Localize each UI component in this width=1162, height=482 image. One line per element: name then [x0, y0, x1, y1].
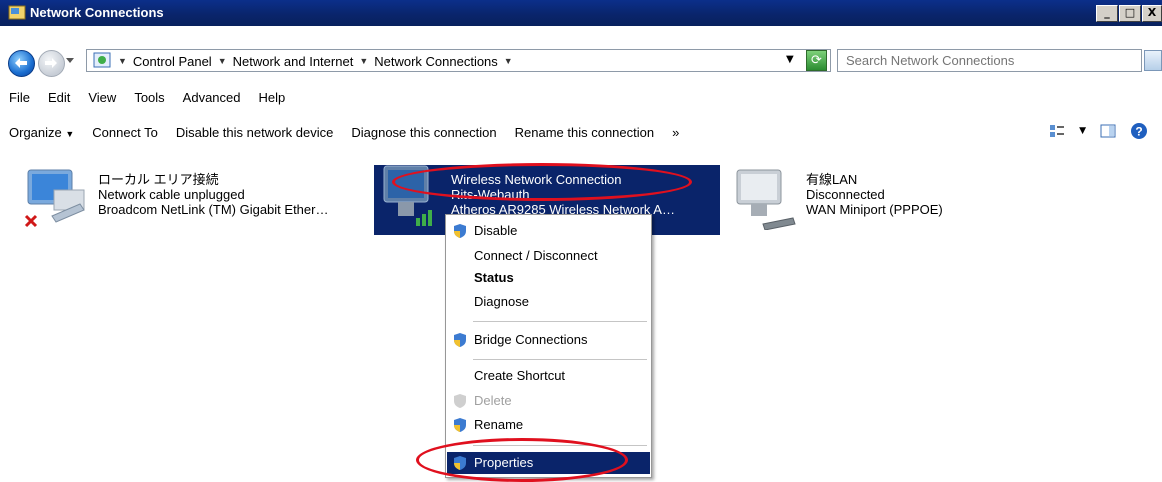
help-icon[interactable]: ?	[1130, 122, 1148, 140]
refresh-button[interactable]: ⟳	[806, 50, 827, 71]
minimize-button[interactable]: _	[1096, 5, 1118, 22]
connection-device: WAN Miniport (PPPOE)	[806, 202, 943, 217]
preview-pane-icon[interactable]	[1100, 123, 1116, 139]
annotation-ellipse-properties	[416, 438, 628, 482]
forward-arrow-icon	[45, 58, 57, 68]
connection-status: Network cable unplugged	[98, 187, 245, 202]
organize-label: Organize	[9, 124, 62, 140]
control-panel-icon	[93, 52, 111, 68]
menu-item-diagnose[interactable]: Diagnose	[447, 291, 650, 313]
title-bar: Network Connections _ □ X	[0, 0, 1162, 26]
menu-item-disable[interactable]: Disable	[447, 220, 650, 242]
change-view-icon[interactable]	[1049, 123, 1065, 139]
menu-separator	[473, 359, 647, 360]
connection-status: Disconnected	[806, 187, 885, 202]
disconnected-x-icon	[24, 214, 38, 228]
connection-device: Broadcom NetLink (TM) Gigabit Ether…	[98, 202, 329, 217]
network-folder-icon	[8, 5, 26, 20]
menu-help[interactable]: Help	[250, 90, 295, 110]
menu-item-label: Disable	[474, 223, 518, 238]
view-controls: ▼ ?	[1049, 122, 1148, 140]
breadcrumb-control-panel[interactable]: Control Panel	[133, 54, 212, 69]
menu-view[interactable]: View	[79, 90, 125, 110]
menu-item-label: Bridge Connections	[474, 332, 588, 347]
uac-shield-icon	[454, 333, 466, 347]
organize-chevron-icon: ▼	[65, 128, 75, 139]
menu-advanced[interactable]: Advanced	[174, 90, 250, 110]
wan-connection-icon	[736, 169, 796, 230]
menu-item-label: Rename	[474, 417, 524, 432]
breadcrumb-root-chevron-icon[interactable]: ▼	[118, 56, 127, 66]
connection-name: ローカル エリア接続	[98, 172, 219, 187]
forward-button[interactable]	[38, 50, 65, 77]
view-chevron-icon[interactable]: ▼	[1079, 126, 1086, 136]
breadcrumb-chevron-icon[interactable]: ▼	[218, 56, 227, 66]
menu-item-delete: Delete	[447, 390, 650, 412]
menu-item-label: Delete	[474, 393, 512, 408]
connect-to-button[interactable]: Connect To	[83, 125, 167, 140]
menu-bar: File Edit View Tools Advanced Help	[0, 90, 294, 110]
search-icon[interactable]	[1144, 50, 1162, 71]
connection-item-wired-lan[interactable]: 有線LAN Disconnected WAN Miniport (PPPOE)	[806, 172, 943, 217]
command-bar: Organize ▼ Connect To Disable this netwo…	[0, 118, 1162, 146]
breadcrumb-chevron-icon[interactable]: ▼	[504, 56, 513, 66]
breadcrumb-network-connections[interactable]: Network Connections	[374, 54, 498, 69]
back-arrow-icon	[15, 58, 27, 68]
menu-item-bridge-connections[interactable]: Bridge Connections	[447, 329, 650, 351]
diagnose-connection-button[interactable]: Diagnose this connection	[342, 125, 505, 140]
uac-shield-icon	[454, 224, 466, 238]
menu-item-connect-disconnect[interactable]: Connect / Disconnect	[447, 245, 650, 267]
breadcrumb-network-internet[interactable]: Network and Internet	[233, 54, 354, 69]
rename-connection-button[interactable]: Rename this connection	[506, 125, 663, 140]
address-history-dropdown-icon[interactable]: ▼	[786, 54, 794, 65]
organize-button[interactable]: Organize ▼	[0, 125, 83, 140]
menu-edit[interactable]: Edit	[39, 90, 79, 110]
menu-item-status[interactable]: Status	[447, 267, 650, 289]
disable-device-button[interactable]: Disable this network device	[167, 125, 343, 140]
uac-shield-disabled-icon	[454, 394, 466, 408]
menu-tools[interactable]: Tools	[125, 90, 173, 110]
close-button[interactable]: X	[1142, 5, 1162, 22]
breadcrumb-chevron-icon[interactable]: ▼	[359, 56, 368, 66]
maximize-button[interactable]: □	[1119, 5, 1141, 22]
menu-file[interactable]: File	[0, 90, 39, 110]
menu-separator	[473, 321, 647, 322]
window-title: Network Connections	[30, 5, 164, 20]
svg-text:?: ?	[1135, 125, 1142, 139]
more-commands-button[interactable]: »	[663, 125, 688, 140]
uac-shield-icon	[454, 418, 466, 432]
breadcrumb: ▼ Control Panel ▼ Network and Internet ▼…	[118, 51, 513, 71]
connection-item-local[interactable]: ローカル エリア接続 Network cable unplugged Broad…	[98, 172, 328, 217]
menu-item-create-shortcut[interactable]: Create Shortcut	[447, 365, 650, 387]
search-input[interactable]	[837, 49, 1142, 72]
annotation-ellipse-wireless	[392, 163, 692, 201]
connection-name: 有線LAN	[806, 172, 858, 187]
back-button[interactable]	[8, 50, 35, 77]
recent-pages-chevron-icon[interactable]	[66, 58, 74, 64]
menu-item-rename[interactable]: Rename	[447, 414, 650, 436]
